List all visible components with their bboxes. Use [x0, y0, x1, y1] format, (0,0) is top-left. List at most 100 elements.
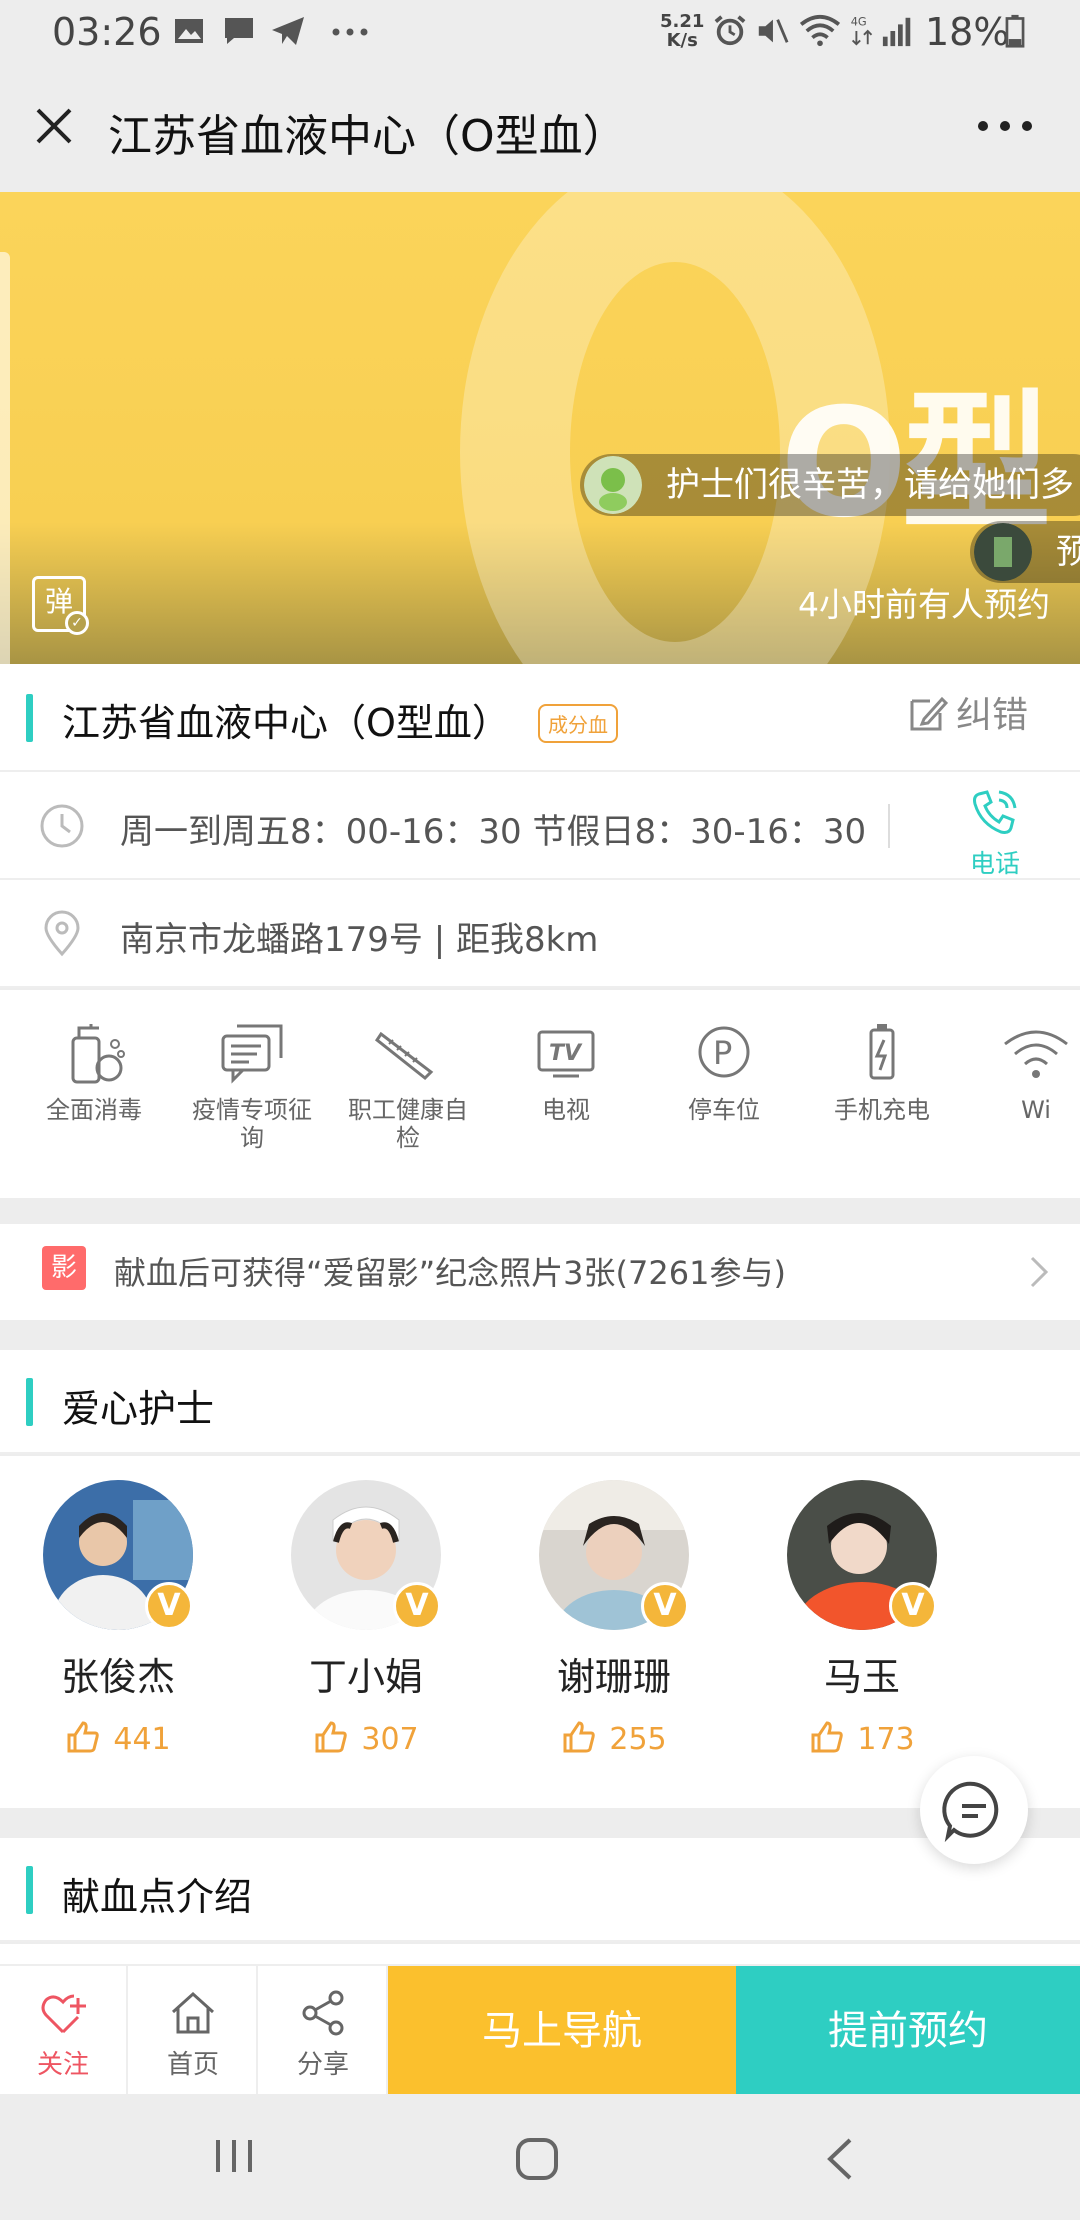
- nurse-name: 谢珊珊: [556, 1655, 671, 1699]
- facility-item: P 停车位: [654, 1020, 794, 1124]
- recent-apps-icon[interactable]: [212, 2136, 258, 2176]
- verified-badge-icon: V: [145, 1582, 193, 1630]
- blood-type-tag: 成分血: [538, 704, 618, 743]
- home-nav-icon[interactable]: [514, 2136, 560, 2182]
- facility-item: Wi: [966, 1020, 1080, 1124]
- close-icon[interactable]: [30, 102, 78, 150]
- danmu-toggle-button[interactable]: 弹 ✓: [32, 576, 89, 635]
- hours-row: 周一到周五8：00-16：30 节假日8：30-16：30 电话: [0, 772, 1080, 880]
- verified-badge-icon: V: [641, 1582, 689, 1630]
- nurse-card[interactable]: V 马玉 173: [762, 1480, 962, 1757]
- share-icon: [302, 1990, 344, 2036]
- opening-hours: 周一到周五8：00-16：30 节假日8：30-16：30: [120, 812, 867, 852]
- nurse-likes[interactable]: 441: [18, 1719, 218, 1757]
- network-speed: 5.21 K/s: [660, 11, 705, 51]
- status-bar: 03:26 5.21 K/s 4G 18%: [0, 0, 1080, 66]
- status-time: 03:26: [52, 10, 162, 54]
- thumbs-up-icon: [811, 1721, 844, 1753]
- nurse-likes[interactable]: 307: [266, 1719, 466, 1757]
- book-button[interactable]: 提前预约: [736, 1966, 1080, 2096]
- phone-button[interactable]: 电话: [960, 788, 1030, 880]
- photo-promo-row[interactable]: 影 献血后可获得“爱留影”纪念照片3张(7261参与): [0, 1224, 1080, 1320]
- thumbs-up-icon: [315, 1721, 348, 1753]
- avatar: V: [539, 1480, 689, 1630]
- section-accent: [26, 694, 33, 742]
- wifi-status-icon: [799, 14, 841, 47]
- nurse-card[interactable]: V 谢珊珊 255: [514, 1480, 714, 1757]
- system-nav-bar: [0, 2094, 1080, 2220]
- wifi-icon: [1004, 1030, 1068, 1078]
- page-title: 江苏省血液中心（O型血）: [108, 111, 627, 162]
- facilities-row: 全面消毒 疫情专项征询 职工健康自检 TV 电视 P 停车位 手机充电 Wi: [0, 990, 1080, 1198]
- facility-item: 职工健康自检: [338, 1020, 478, 1152]
- bottom-toolbar: 关注 首页 分享 马上导航 提前预约: [0, 1964, 1080, 2096]
- nurses-title: 爱心护士: [62, 1387, 215, 1431]
- nurse-name: 张俊杰: [60, 1655, 175, 1699]
- avatar: V: [43, 1480, 193, 1630]
- site-name: 江苏省血液中心（O型血）: [62, 701, 510, 745]
- phone-icon: [973, 790, 1017, 834]
- more-notifications-icon: [332, 28, 368, 36]
- chat-button[interactable]: [920, 1756, 1028, 1864]
- verified-badge-icon: V: [393, 1582, 441, 1630]
- nurse-likes[interactable]: 173: [762, 1719, 962, 1757]
- home-icon: [171, 1991, 215, 2034]
- mute-icon: [758, 19, 789, 43]
- battery-percent: 18%: [925, 10, 1010, 54]
- thermometer-icon: [374, 1031, 434, 1081]
- disinfect-icon: [71, 1024, 125, 1084]
- facility-item: TV 电视: [496, 1020, 636, 1124]
- home-button[interactable]: 首页: [130, 1966, 258, 2096]
- booked-notice: 4小时前有人预约: [798, 585, 1050, 624]
- parking-icon: P: [698, 1026, 750, 1078]
- danmu-message: 护士们很辛苦，请给她们多: [580, 454, 1080, 516]
- back-icon[interactable]: [822, 2136, 858, 2182]
- section-accent: [26, 1378, 33, 1426]
- edit-icon: [910, 696, 949, 731]
- heart-plus-icon: [41, 1994, 86, 2034]
- battery-icon: [869, 1024, 895, 1080]
- thumbs-up-icon: [563, 1721, 596, 1753]
- svg-text:P: P: [713, 1034, 732, 1072]
- telegram-icon: [272, 17, 304, 45]
- signal-icon: [882, 17, 911, 47]
- message-icon: [225, 18, 253, 44]
- nurses-header: 爱心护士: [0, 1350, 1080, 1454]
- chevron-right-icon: [1030, 1256, 1049, 1288]
- intro-title: 献血点介绍: [62, 1875, 253, 1919]
- nurses-list: V 张俊杰 441 V 丁小娟 307 V 谢珊珊 255 V 马玉 173: [0, 1456, 1080, 1808]
- danmu-message: 预: [970, 521, 1080, 583]
- avatar: V: [291, 1480, 441, 1630]
- address-row[interactable]: 南京市龙蟠路179号 | 距我8km: [0, 880, 1080, 988]
- nurse-name: 丁小娟: [308, 1655, 423, 1699]
- svg-text:TV: TV: [549, 1041, 583, 1066]
- address-text: 南京市龙蟠路179号 | 距我8km: [120, 920, 599, 960]
- photo-promo-text: 献血后可获得“爱留影”纪念照片3张(7261参与): [114, 1254, 786, 1292]
- facility-item: 手机充电: [812, 1020, 952, 1124]
- site-name-row: 江苏省血液中心（O型血） 成分血 纠错: [0, 664, 1080, 772]
- nurse-name: 马玉: [823, 1655, 900, 1699]
- chat-icon: [942, 1781, 999, 1843]
- intro-header: 献血点介绍: [0, 1838, 1080, 1942]
- more-menu-icon[interactable]: [975, 114, 1035, 138]
- title-bar: 江苏省血液中心（O型血）: [0, 66, 1080, 192]
- navigate-button[interactable]: 马上导航: [388, 1966, 736, 2096]
- follow-button[interactable]: 关注: [0, 1966, 128, 2096]
- nurse-likes[interactable]: 255: [514, 1719, 714, 1757]
- banner-prev-card: [0, 252, 10, 664]
- share-button[interactable]: 分享: [260, 1966, 388, 2096]
- nurse-card[interactable]: V 丁小娟 307: [266, 1480, 466, 1757]
- location-icon: [44, 910, 80, 957]
- gallery-icon: [175, 19, 203, 43]
- nurse-card[interactable]: V 张俊杰 441: [18, 1480, 218, 1757]
- danmu-avatar: [584, 456, 642, 514]
- photo-badge: 影: [42, 1246, 86, 1290]
- clock-icon: [40, 804, 84, 848]
- consult-icon: [221, 1024, 283, 1084]
- verified-badge-icon: V: [889, 1582, 937, 1630]
- tv-icon: TV: [537, 1030, 595, 1078]
- svg-text:4G: 4G: [851, 14, 867, 28]
- avatar: V: [787, 1480, 937, 1630]
- 4g-icon: 4G: [851, 14, 873, 46]
- correct-button[interactable]: 纠错: [908, 686, 1028, 738]
